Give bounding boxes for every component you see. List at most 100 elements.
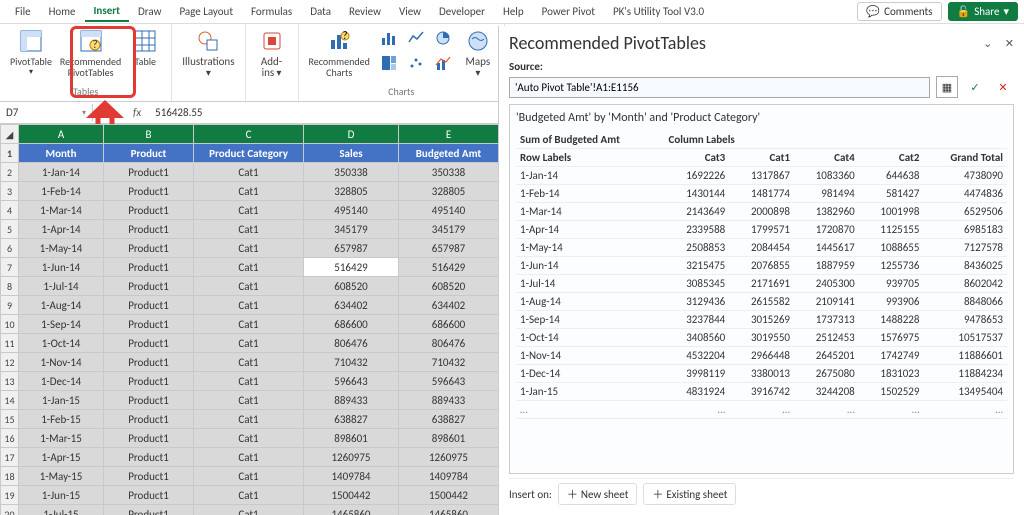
- cell[interactable]: Cat1: [194, 315, 304, 334]
- cell[interactable]: Cat1: [194, 410, 304, 429]
- row-header[interactable]: 3: [1, 182, 19, 201]
- row-header[interactable]: 17: [1, 448, 19, 467]
- row-header[interactable]: 5: [1, 220, 19, 239]
- cell[interactable]: 345179: [304, 220, 399, 239]
- cell[interactable]: 1-Apr-15: [19, 448, 104, 467]
- cell[interactable]: 596643: [399, 372, 499, 391]
- cell[interactable]: 1-Jun-14: [19, 258, 104, 277]
- cell[interactable]: Product1: [104, 391, 194, 410]
- col-header-b[interactable]: B: [104, 125, 194, 144]
- row-header[interactable]: 20: [1, 505, 19, 515]
- cell[interactable]: Product1: [104, 372, 194, 391]
- menu-pagelayout[interactable]: Page Layout: [170, 2, 242, 21]
- cell[interactable]: 710432: [304, 353, 399, 372]
- cell[interactable]: 516429: [304, 258, 399, 277]
- row-header[interactable]: 7: [1, 258, 19, 277]
- cell[interactable]: Cat1: [194, 353, 304, 372]
- cell[interactable]: 657987: [304, 239, 399, 258]
- cell[interactable]: 1-Jan-15: [19, 391, 104, 410]
- row-header[interactable]: 8: [1, 277, 19, 296]
- header-category[interactable]: Product Category: [194, 144, 304, 163]
- cell[interactable]: 806476: [304, 334, 399, 353]
- cell[interactable]: 596643: [304, 372, 399, 391]
- cell[interactable]: 1-Sep-14: [19, 315, 104, 334]
- cell[interactable]: Cat1: [194, 239, 304, 258]
- row-header[interactable]: 2: [1, 163, 19, 182]
- cell[interactable]: Product1: [104, 505, 194, 515]
- cell[interactable]: 1-Mar-15: [19, 429, 104, 448]
- cell[interactable]: 1465860: [304, 505, 399, 515]
- cell[interactable]: 495140: [304, 201, 399, 220]
- cell[interactable]: 638827: [304, 410, 399, 429]
- cell[interactable]: 1260975: [399, 448, 499, 467]
- cell[interactable]: 608520: [304, 277, 399, 296]
- cell[interactable]: Product1: [104, 429, 194, 448]
- cell[interactable]: 634402: [399, 296, 499, 315]
- cell[interactable]: Product1: [104, 315, 194, 334]
- cell[interactable]: Cat1: [194, 505, 304, 515]
- cell[interactable]: Product1: [104, 296, 194, 315]
- col-header-c[interactable]: C: [194, 125, 304, 144]
- cell[interactable]: 889433: [399, 391, 499, 410]
- cell[interactable]: 1465860: [399, 505, 499, 515]
- cell[interactable]: Product1: [104, 258, 194, 277]
- treemap-chart-button[interactable]: [376, 53, 402, 77]
- cell[interactable]: Cat1: [194, 391, 304, 410]
- cell[interactable]: 1-Feb-14: [19, 182, 104, 201]
- row-header[interactable]: 13: [1, 372, 19, 391]
- recommended-charts-button[interactable]: ? Recommended Charts: [305, 26, 374, 80]
- cell[interactable]: 634402: [304, 296, 399, 315]
- illustrations-button[interactable]: Illustrations▾: [178, 26, 238, 80]
- cell[interactable]: Cat1: [194, 258, 304, 277]
- menu-developer[interactable]: Developer: [430, 2, 494, 21]
- cell[interactable]: 1500442: [399, 486, 499, 505]
- cell[interactable]: Cat1: [194, 277, 304, 296]
- cell[interactable]: 806476: [399, 334, 499, 353]
- close-icon[interactable]: ✕: [1005, 37, 1014, 50]
- pie-chart-button[interactable]: [430, 28, 456, 52]
- line-chart-button[interactable]: [403, 28, 429, 52]
- cell[interactable]: 1-Jan-14: [19, 163, 104, 182]
- column-chart-button[interactable]: [376, 28, 402, 52]
- range-picker-button[interactable]: ▦: [936, 76, 958, 98]
- recommended-pivottables-button[interactable]: ? Recommended PivotTables: [58, 26, 123, 80]
- menu-draw[interactable]: Draw: [129, 2, 170, 21]
- col-header-e[interactable]: E: [399, 125, 499, 144]
- row-header[interactable]: 19: [1, 486, 19, 505]
- scatter-chart-button[interactable]: [403, 53, 429, 77]
- cell[interactable]: 1-Apr-14: [19, 220, 104, 239]
- cell[interactable]: Cat1: [194, 296, 304, 315]
- maps-button[interactable]: Maps▾: [458, 26, 498, 80]
- existing-sheet-button[interactable]: ＋Existing sheet: [643, 483, 736, 505]
- cell[interactable]: 1-May-15: [19, 467, 104, 486]
- cell[interactable]: 328805: [399, 182, 499, 201]
- cell[interactable]: 889433: [304, 391, 399, 410]
- menu-utilitytool[interactable]: PK's Utility Tool V3.0: [604, 2, 713, 21]
- cell[interactable]: 1-Jun-15: [19, 486, 104, 505]
- cell[interactable]: Product1: [104, 334, 194, 353]
- cell[interactable]: Cat1: [194, 448, 304, 467]
- row-header[interactable]: 6: [1, 239, 19, 258]
- row-header[interactable]: 11: [1, 334, 19, 353]
- addins-button[interactable]: Add- ins ▾: [252, 26, 292, 80]
- cell[interactable]: 1-May-14: [19, 239, 104, 258]
- cell[interactable]: 1-Oct-14: [19, 334, 104, 353]
- cell[interactable]: Product1: [104, 410, 194, 429]
- menu-insert[interactable]: Insert: [85, 1, 130, 22]
- cell[interactable]: 1-Jul-15: [19, 505, 104, 515]
- cell[interactable]: 686600: [304, 315, 399, 334]
- menu-view[interactable]: View: [390, 2, 430, 21]
- menu-review[interactable]: Review: [340, 2, 390, 21]
- cell[interactable]: Product1: [104, 277, 194, 296]
- comments-button[interactable]: 💬Comments: [857, 2, 941, 21]
- cell[interactable]: Product1: [104, 486, 194, 505]
- cancel-button[interactable]: ✕: [992, 76, 1014, 98]
- cell[interactable]: 1-Jul-14: [19, 277, 104, 296]
- combo-chart-button[interactable]: [430, 53, 456, 77]
- cell[interactable]: Product1: [104, 163, 194, 182]
- cell[interactable]: Cat1: [194, 182, 304, 201]
- cell[interactable]: Product1: [104, 201, 194, 220]
- cell[interactable]: 516429: [399, 258, 499, 277]
- cell[interactable]: Cat1: [194, 429, 304, 448]
- cell[interactable]: Product1: [104, 353, 194, 372]
